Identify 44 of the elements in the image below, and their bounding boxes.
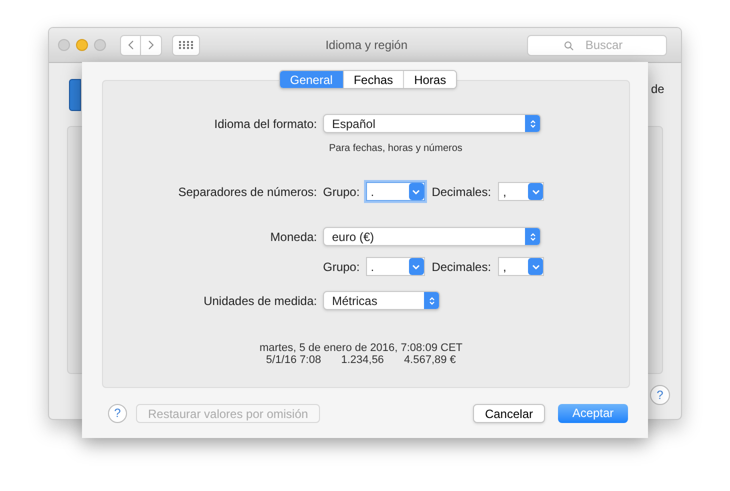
stepper-icon	[525, 228, 540, 245]
grid-icon	[179, 41, 193, 49]
combo-box[interactable]: ,	[498, 257, 544, 276]
sample-text: 1.234,56	[341, 354, 384, 366]
sample-text: 5/1/16 7:08	[266, 354, 322, 366]
chevron-down-icon	[408, 183, 424, 200]
help-button[interactable]: ?	[108, 404, 127, 422]
search-icon	[564, 40, 574, 50]
forward-button[interactable]	[141, 34, 162, 56]
stepper-icon	[424, 292, 439, 309]
chevron-down-icon	[528, 258, 544, 275]
show-all-button[interactable]	[172, 34, 200, 56]
field-label: Grupo:	[323, 258, 360, 276]
hint-text: Para fechas, horas y números	[329, 142, 462, 156]
back-button[interactable]	[120, 34, 141, 56]
chevron-down-icon	[528, 183, 544, 200]
window-title: Idioma y región	[324, 37, 409, 54]
sample-text: 4.567,89 €	[404, 354, 456, 366]
help-button[interactable]: ?	[650, 385, 670, 405]
combo-box[interactable]: .	[366, 257, 425, 276]
sample-text: martes, 5 de enero de 2016, 7:08:09 CET	[259, 342, 463, 354]
stepper-icon	[525, 115, 540, 132]
field-label: Grupo:	[323, 184, 360, 200]
popup-button[interactable]: Métricas	[323, 291, 440, 310]
field-label: Idioma del formato:	[214, 116, 317, 130]
chevron-down-icon	[408, 258, 424, 275]
back-icon	[128, 40, 134, 50]
tab[interactable]: Horas	[403, 71, 456, 88]
minimize-button[interactable]	[76, 39, 88, 51]
combo-box[interactable]: .	[366, 182, 425, 201]
tab[interactable]: Fechas	[342, 71, 404, 88]
combo-box[interactable]: ,	[498, 182, 544, 201]
field-label: Moneda:	[270, 230, 317, 244]
forward-icon	[148, 40, 154, 50]
popup-button[interactable]: euro (€)	[323, 227, 541, 246]
close-button[interactable]	[58, 39, 70, 51]
zoom-button[interactable]	[94, 39, 106, 51]
field-label: Decimales:	[432, 184, 492, 200]
side-label: de	[651, 81, 664, 98]
field-label: Decimales:	[432, 258, 492, 276]
popup-button[interactable]: Español	[323, 114, 541, 133]
button[interactable]: Cancelar	[472, 404, 545, 422]
field-label: Unidades de medida:	[204, 294, 317, 308]
field-label: Separadores de números:	[178, 184, 317, 198]
